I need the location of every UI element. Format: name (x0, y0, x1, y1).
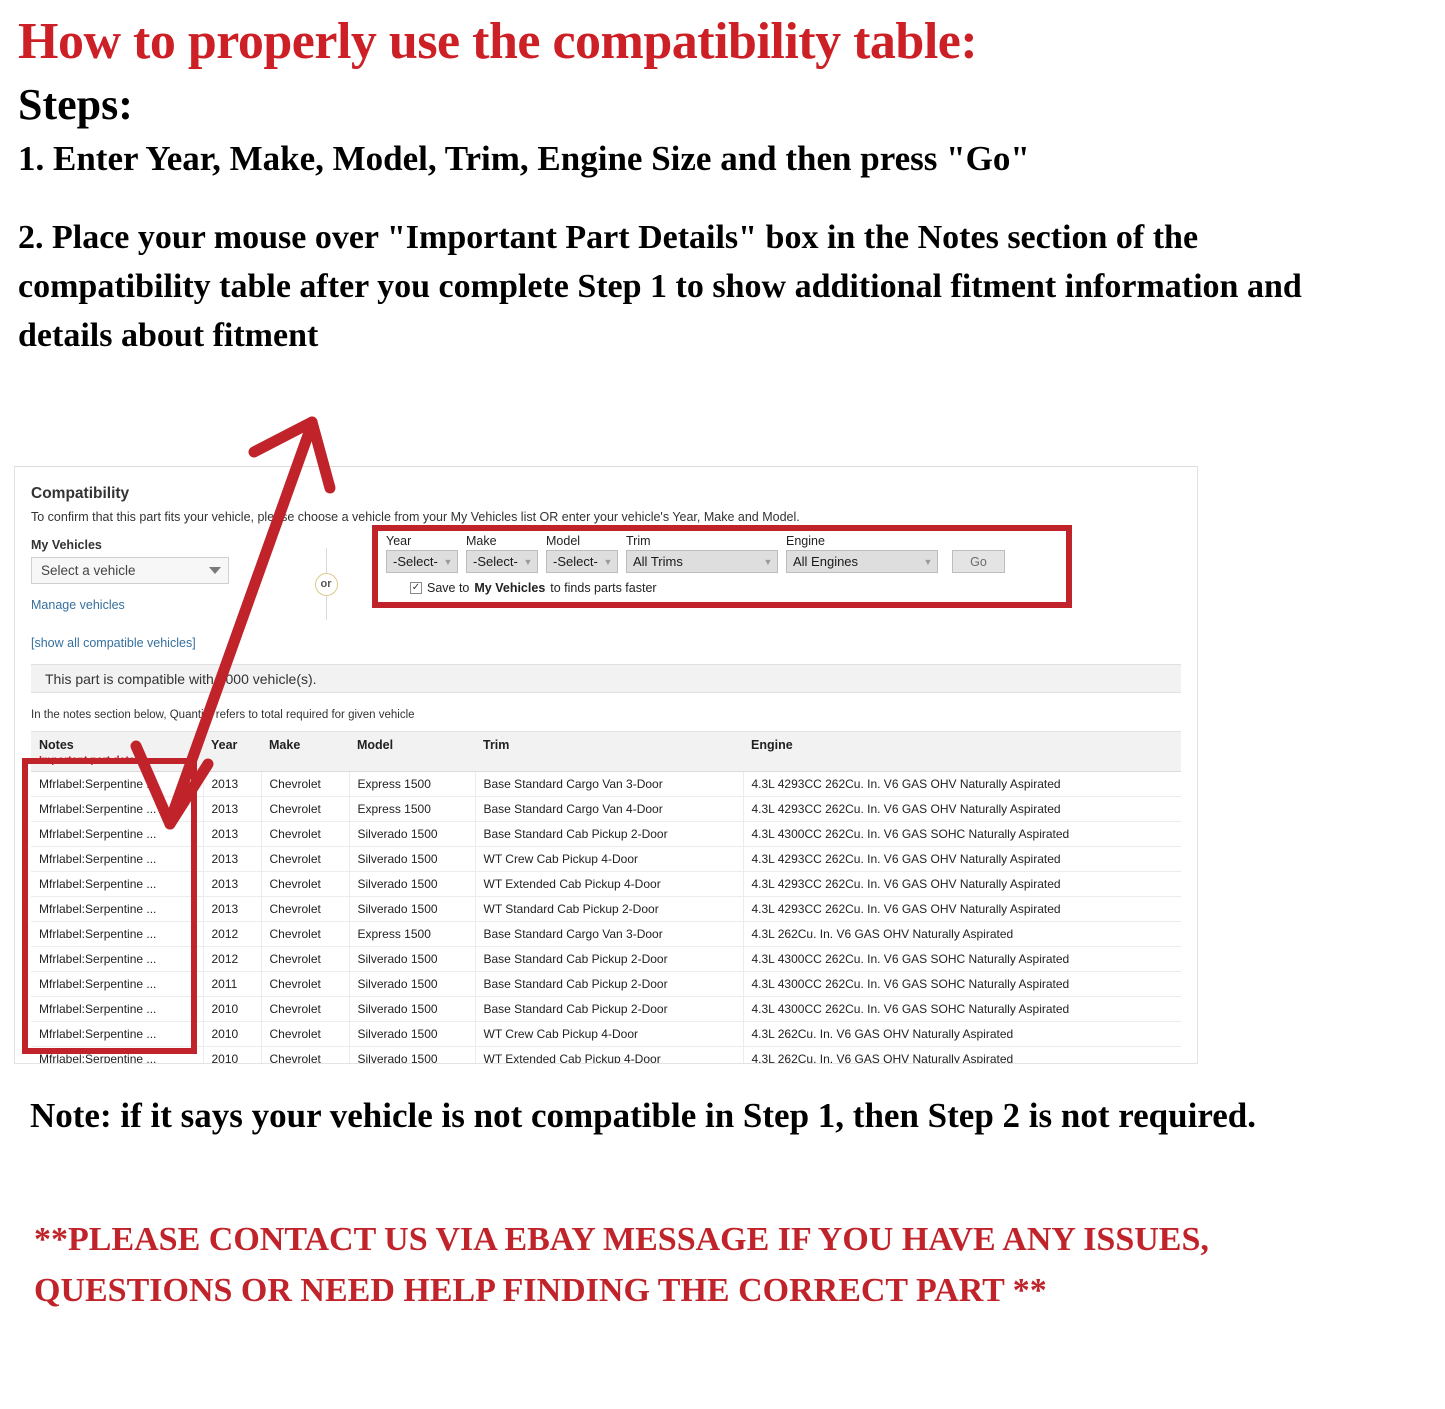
cell-notes[interactable]: Mfrlabel:Serpentine ... (31, 871, 204, 897)
cell-year: 2013 (203, 896, 262, 922)
cell-trim: WT Crew Cab Pickup 4-Door (475, 1021, 744, 1047)
cell-trim: Base Standard Cab Pickup 2-Door (475, 996, 744, 1022)
cell-notes[interactable]: Mfrlabel:Serpentine ... (31, 921, 204, 947)
table-row: Mfrlabel:Serpentine ... 2010 Chevrolet Silv… (31, 996, 1181, 1022)
table-row: Mfrlabel:Serpentine ... 2012 Chevrolet Silv… (31, 946, 1181, 972)
cell-make: Chevrolet (261, 971, 350, 997)
step-2-text: 2. Place your mouse over "Important Part… (18, 218, 1302, 355)
cell-year: 2011 (203, 971, 262, 997)
page-title: How to properly use the compatibility ta… (18, 13, 978, 70)
cell-notes[interactable]: Mfrlabel:Serpentine ... (31, 896, 204, 922)
form-callout-box (372, 525, 1072, 608)
table-row: Mfrlabel:Serpentine ... 2011 Chevrolet Silv… (31, 971, 1181, 997)
cell-model: Silverado 1500 (349, 871, 476, 897)
cell-model: Silverado 1500 (349, 996, 476, 1022)
cell-engine: 4.3L 4293CC 262Cu. In. V6 GAS OHV Natura… (743, 771, 1181, 797)
cell-model: Express 1500 (349, 921, 476, 947)
cell-notes[interactable]: Mfrlabel:Serpentine ... (31, 996, 204, 1022)
cell-year: 2012 (203, 921, 262, 947)
cell-engine: 4.3L 4300CC 262Cu. In. V6 GAS SOHC Natur… (743, 971, 1181, 997)
cell-make: Chevrolet (261, 1046, 350, 1063)
cell-notes[interactable]: Mfrlabel:Serpentine ... (31, 1046, 204, 1063)
cell-make: Chevrolet (261, 1021, 350, 1047)
cell-notes[interactable]: Mfrlabel:Serpentine ... (31, 971, 204, 997)
cell-trim: Base Standard Cab Pickup 2-Door (475, 971, 744, 997)
col-header-trim: Trim (475, 731, 743, 772)
cell-trim: Base Standard Cab Pickup 2-Door (475, 946, 744, 972)
instructions-block: How to properly use the compatibility ta… (0, 16, 1445, 361)
cell-trim: Base Standard Cargo Van 3-Door (475, 921, 744, 947)
table-row: Mfrlabel:Serpentine ... 2013 Chevrolet Silv… (31, 871, 1181, 897)
table-row: Mfrlabel:Serpentine ... 2012 Chevrolet Expr… (31, 921, 1181, 947)
cell-make: Chevrolet (261, 921, 350, 947)
cell-trim: Base Standard Cab Pickup 2-Door (475, 821, 744, 847)
step-1-text: 1. Enter Year, Make, Model, Trim, Engine… (18, 139, 1030, 179)
cell-model: Silverado 1500 (349, 1021, 476, 1047)
steps-label: Steps: (18, 80, 133, 129)
footer-note: Note: if it says your vehicle is not com… (30, 1096, 1256, 1135)
table-row: Mfrlabel:Serpentine ... 2010 Chevrolet Silv… (31, 1021, 1181, 1047)
cell-make: Chevrolet (261, 946, 350, 972)
cell-model: Silverado 1500 (349, 896, 476, 922)
table-row: Mfrlabel:Serpentine ... 2013 Chevrolet Silv… (31, 896, 1181, 922)
cell-year: 2010 (203, 1046, 262, 1063)
cell-model: Silverado 1500 (349, 1046, 476, 1063)
cell-engine: 4.3L 262Cu. In. V6 GAS OHV Naturally Asp… (743, 1046, 1181, 1063)
cell-model: Silverado 1500 (349, 971, 476, 997)
cell-trim: Base Standard Cargo Van 3-Door (475, 771, 744, 797)
table-row: Mfrlabel:Serpentine ... 2010 Chevrolet Silv… (31, 1046, 1181, 1063)
annotation-arrow (130, 416, 336, 830)
cell-trim: WT Crew Cab Pickup 4-Door (475, 846, 744, 872)
footer-contact: **PLEASE CONTACT US VIA EBAY MESSAGE IF … (34, 1221, 1209, 1309)
cell-engine: 4.3L 4293CC 262Cu. In. V6 GAS OHV Natura… (743, 896, 1181, 922)
col-header-engine: Engine (743, 731, 1181, 772)
cell-engine: 4.3L 4293CC 262Cu. In. V6 GAS OHV Natura… (743, 846, 1181, 872)
cell-trim: WT Standard Cab Pickup 2-Door (475, 896, 744, 922)
cell-trim: WT Extended Cab Pickup 4-Door (475, 1046, 744, 1063)
cell-trim: WT Extended Cab Pickup 4-Door (475, 871, 744, 897)
cell-notes[interactable]: Mfrlabel:Serpentine ... (31, 1021, 204, 1047)
cell-engine: 4.3L 4300CC 262Cu. In. V6 GAS SOHC Natur… (743, 821, 1181, 847)
cell-engine: 4.3L 4293CC 262Cu. In. V6 GAS OHV Natura… (743, 796, 1181, 822)
cell-engine: 4.3L 262Cu. In. V6 GAS OHV Naturally Asp… (743, 1021, 1181, 1047)
cell-year: 2013 (203, 871, 262, 897)
cell-trim: Base Standard Cargo Van 4-Door (475, 796, 744, 822)
cell-year: 2010 (203, 1021, 262, 1047)
cell-model: Silverado 1500 (349, 946, 476, 972)
cell-notes[interactable]: Mfrlabel:Serpentine ... (31, 946, 204, 972)
cell-make: Chevrolet (261, 896, 350, 922)
cell-make: Chevrolet (261, 996, 350, 1022)
cell-engine: 4.3L 4300CC 262Cu. In. V6 GAS SOHC Natur… (743, 946, 1181, 972)
cell-engine: 4.3L 262Cu. In. V6 GAS OHV Naturally Asp… (743, 921, 1181, 947)
cell-year: 2012 (203, 946, 262, 972)
cell-engine: 4.3L 4300CC 262Cu. In. V6 GAS SOHC Natur… (743, 996, 1181, 1022)
cell-make: Chevrolet (261, 871, 350, 897)
cell-year: 2010 (203, 996, 262, 1022)
cell-engine: 4.3L 4293CC 262Cu. In. V6 GAS OHV Natura… (743, 871, 1181, 897)
